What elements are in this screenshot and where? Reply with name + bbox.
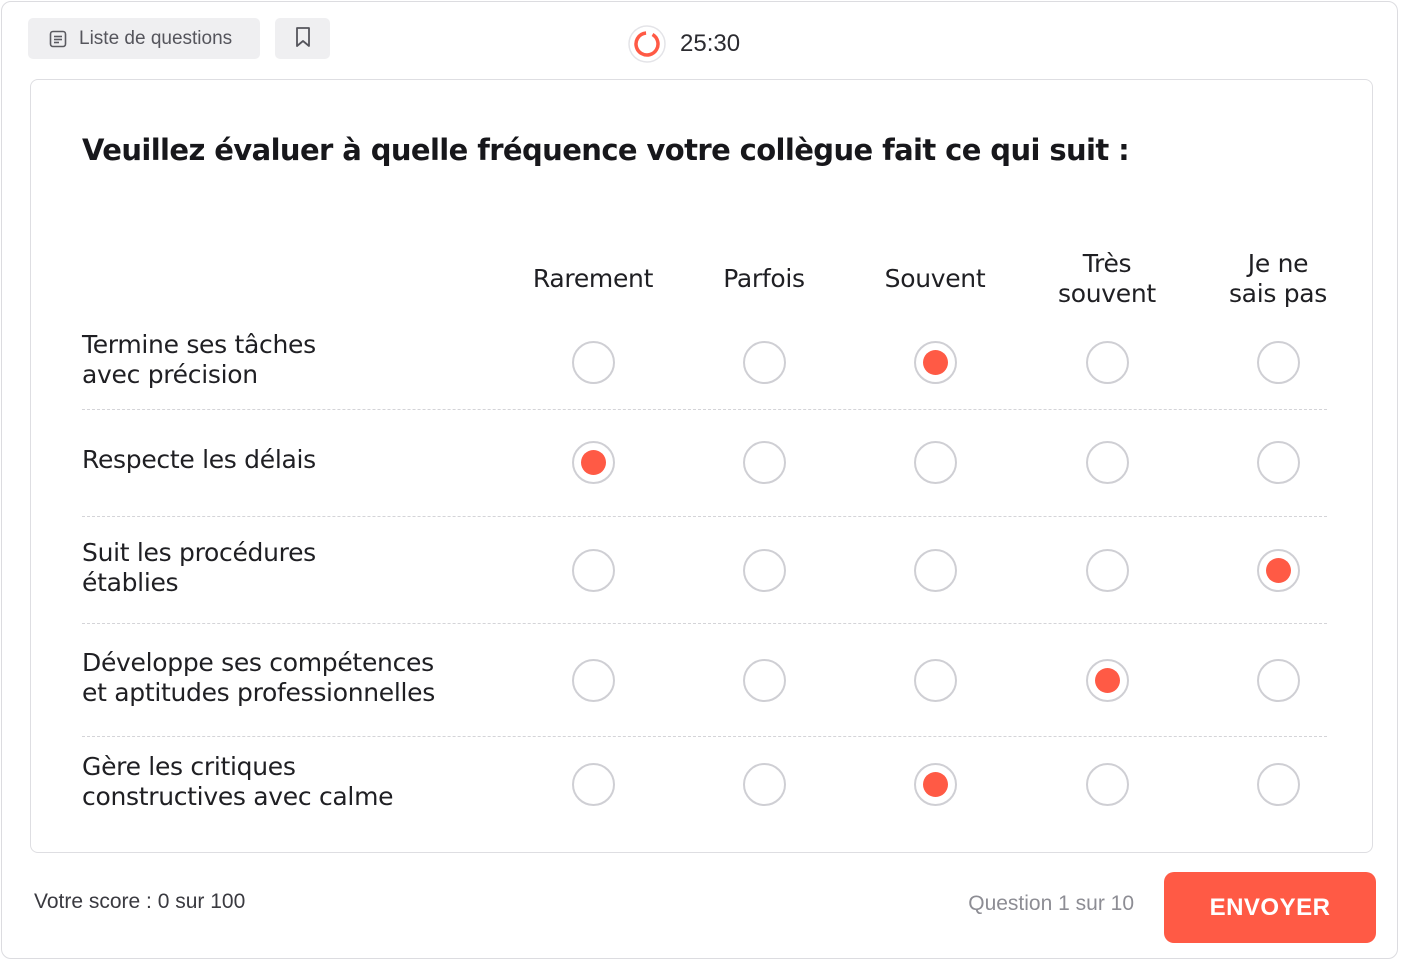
bookmark-icon — [294, 26, 312, 52]
radio-option-selected[interactable] — [913, 762, 957, 806]
timer: 25:30 — [627, 24, 740, 64]
column-header: Souvent — [884, 264, 986, 293]
column-header: Très souvent — [1058, 249, 1156, 308]
row-divider — [82, 516, 1327, 517]
timer-value: 25:30 — [680, 30, 741, 57]
column-header: Rarement — [532, 264, 654, 293]
timer-ring-icon — [627, 24, 667, 64]
radio-option[interactable] — [1085, 548, 1129, 592]
radio-option[interactable] — [913, 658, 957, 702]
row-label: Termine ses tâches avec précision — [82, 330, 316, 389]
radio-option-selected[interactable] — [571, 440, 615, 484]
row-label: Respecte les délais — [82, 445, 316, 474]
question-list-label: Liste de questions — [79, 27, 233, 49]
list-icon — [48, 29, 68, 49]
row-divider — [82, 736, 1327, 737]
radio-option-selected[interactable] — [1256, 548, 1300, 592]
radio-option[interactable] — [1085, 440, 1129, 484]
radio-option[interactable] — [913, 548, 957, 592]
radio-option[interactable] — [1256, 762, 1300, 806]
question-title: Veuillez évaluer à quelle fréquence votr… — [82, 133, 1130, 167]
radio-option[interactable] — [742, 658, 786, 702]
radio-option-selected[interactable] — [1085, 658, 1129, 702]
radio-option[interactable] — [1085, 762, 1129, 806]
radio-option[interactable] — [742, 762, 786, 806]
radio-option[interactable] — [571, 340, 615, 384]
radio-option[interactable] — [742, 440, 786, 484]
radio-option[interactable] — [1085, 340, 1129, 384]
radio-option[interactable] — [742, 548, 786, 592]
column-header: Parfois — [723, 264, 805, 293]
submit-button[interactable]: ENVOYER — [1164, 872, 1376, 943]
radio-option[interactable] — [571, 762, 615, 806]
score-text: Votre score : 0 sur 100 — [34, 890, 246, 913]
row-divider — [82, 623, 1327, 624]
radio-option[interactable] — [571, 658, 615, 702]
radio-option[interactable] — [1256, 440, 1300, 484]
radio-option[interactable] — [571, 548, 615, 592]
bookmark-button[interactable] — [275, 18, 330, 59]
row-divider — [82, 409, 1327, 410]
radio-option[interactable] — [742, 340, 786, 384]
row-label: Suit les procédures établies — [82, 538, 316, 597]
question-progress: Question 1 sur 10 — [968, 892, 1134, 915]
radio-option[interactable] — [1256, 658, 1300, 702]
question-list-button[interactable]: Liste de questions — [28, 18, 260, 59]
row-label: Gère les critiques constructives avec ca… — [82, 752, 394, 811]
column-header: Je ne sais pas — [1228, 249, 1328, 308]
radio-option[interactable] — [913, 440, 957, 484]
radio-option[interactable] — [1256, 340, 1300, 384]
row-label: Développe ses compétences et aptitudes p… — [82, 648, 435, 707]
radio-option-selected[interactable] — [913, 340, 957, 384]
